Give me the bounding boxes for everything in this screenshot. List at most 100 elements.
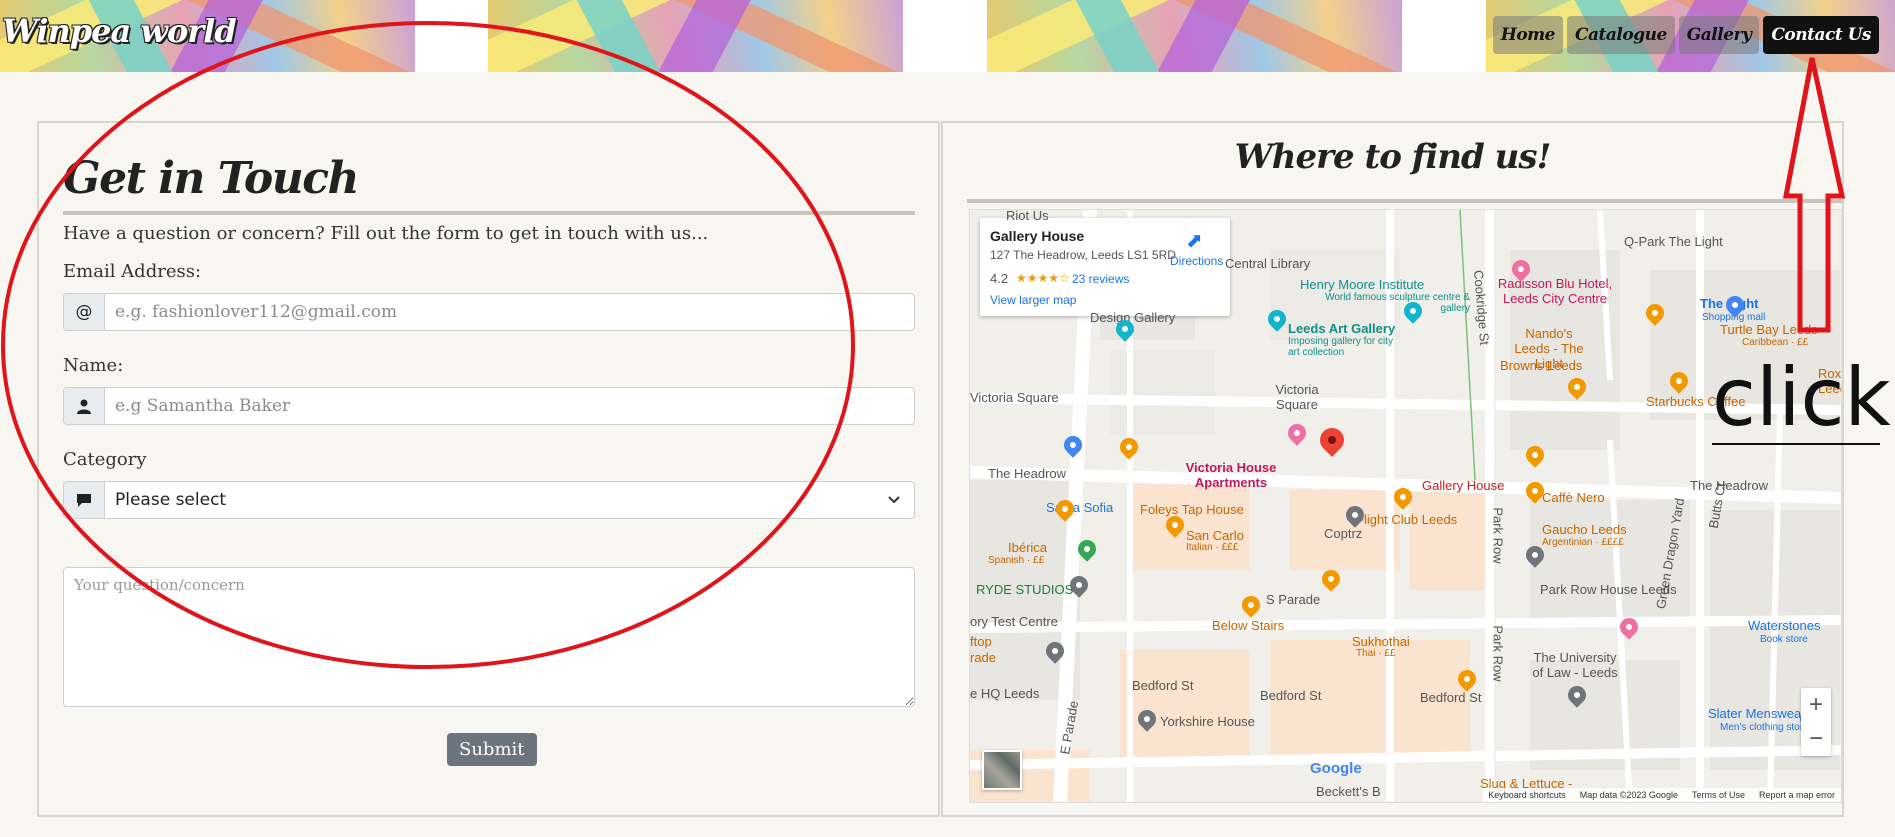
map-label: Caffè Nero xyxy=(1542,490,1605,505)
map-data-credit: Map data ©2023 Google xyxy=(1579,790,1678,800)
map-label: Victoria House Apartments xyxy=(1185,460,1277,490)
reviews-link[interactable]: 23 reviews xyxy=(1072,272,1129,286)
map-label: Spanish · ££ xyxy=(988,555,1045,566)
contact-form-panel: Get in Touch Have a question or concern?… xyxy=(37,121,940,817)
map-label: Bedford St xyxy=(1420,690,1482,705)
map-label: The Headrow xyxy=(1690,478,1769,493)
email-input-group: @ xyxy=(63,293,915,331)
category-selected-value: Please select xyxy=(115,490,227,510)
email-label: Email Address: xyxy=(63,261,202,282)
zoom-out-button[interactable]: − xyxy=(1801,722,1831,756)
google-logo: Google xyxy=(1310,760,1362,777)
nav-gallery[interactable]: Gallery xyxy=(1678,16,1760,54)
map-label: Henry Moore Institute xyxy=(1300,277,1425,292)
place-address: 127 The Headrow, Leeds LS1 5RD xyxy=(990,248,1176,262)
map-label: Bedford St xyxy=(1260,688,1322,703)
map-title: Where to find us! xyxy=(1234,137,1552,177)
map-label: Radisson Blu Hotel, Leeds City Centre xyxy=(1497,276,1613,306)
submit-button[interactable]: Submit xyxy=(447,733,537,766)
map-label: Ibérica xyxy=(1008,540,1048,555)
map-label: Browns Leeds xyxy=(1500,358,1583,373)
map-label: Riot Us xyxy=(1006,209,1049,223)
map-label: Q-Park The Light xyxy=(1624,234,1723,249)
map-label: Victoria Square xyxy=(1275,382,1319,412)
map-label: S Parade xyxy=(1266,592,1321,607)
speech-bubble-icon xyxy=(64,482,105,518)
nav-catalogue[interactable]: Catalogue xyxy=(1566,16,1675,54)
view-larger-map-link[interactable]: View larger map xyxy=(990,293,1076,307)
map-footer: Keyboard shortcuts Map data ©2023 Google… xyxy=(1482,788,1841,802)
form-intro: Have a question or concern? Fill out the… xyxy=(63,223,709,244)
map-label: Below Stairs xyxy=(1212,618,1285,633)
map-label: ory Test Centre xyxy=(970,614,1058,629)
map-label: Beckett's B xyxy=(1316,784,1381,799)
map-label: Italian · £££ xyxy=(1186,542,1239,553)
map-label: Park Row xyxy=(1490,625,1506,682)
name-label: Name: xyxy=(63,355,124,376)
satellite-toggle[interactable] xyxy=(982,750,1022,790)
map-label: Gallery House xyxy=(1422,478,1505,493)
map-label: Foleys Tap House xyxy=(1140,502,1244,517)
header-banner-image xyxy=(488,0,903,72)
map-label: Argentinian · ££££ xyxy=(1542,537,1624,548)
map-label: Caribbean · ££ xyxy=(1742,337,1809,348)
map-label: Sukhothai xyxy=(1352,634,1410,649)
map-label: ftop xyxy=(970,634,992,649)
zoom-in-button[interactable]: + xyxy=(1801,688,1831,722)
click-underline xyxy=(1712,443,1880,445)
nav-home[interactable]: Home xyxy=(1492,16,1563,54)
place-rating: 4.2 xyxy=(990,271,1009,286)
map-label: Waterstones xyxy=(1748,618,1821,633)
main-nav: Home Catalogue Gallery Contact Us xyxy=(1492,16,1879,54)
map-zoom-controls: + − xyxy=(1801,688,1831,756)
directions-link[interactable]: Directions xyxy=(1170,254,1223,268)
name-input-group xyxy=(63,387,915,425)
map-label: Slater Menswear xyxy=(1708,706,1806,721)
map-label: Bedford St xyxy=(1132,678,1194,693)
nav-contact-us[interactable]: Contact Us xyxy=(1763,16,1879,54)
at-icon: @ xyxy=(64,294,105,330)
map-label: Design Gallery xyxy=(1090,310,1176,325)
google-map[interactable]: Gallery House 127 The Headrow, Leeds LS1… xyxy=(969,209,1842,803)
report-error-link[interactable]: Report a map error xyxy=(1759,790,1835,800)
site-header: Winpea world Home Catalogue Gallery Cont… xyxy=(0,0,1895,72)
chevron-down-icon xyxy=(874,482,914,518)
map-label: Thai · ££ xyxy=(1356,648,1396,659)
category-label: Category xyxy=(63,449,147,470)
map-label: The Headrow xyxy=(988,466,1067,481)
form-title: Get in Touch xyxy=(63,153,360,204)
user-icon xyxy=(64,388,105,424)
directions-icon[interactable]: ⬈ xyxy=(1186,228,1203,253)
title-divider xyxy=(63,211,915,215)
place-info-card: Gallery House 127 The Headrow, Leeds LS1… xyxy=(980,218,1230,316)
map-label: Park Row xyxy=(1490,507,1506,564)
click-annotation: click xyxy=(1712,351,1891,444)
map-label: Imposing gallery for city art collection xyxy=(1288,336,1394,358)
name-field[interactable] xyxy=(105,388,914,424)
keyboard-shortcuts-link[interactable]: Keyboard shortcuts xyxy=(1488,790,1566,800)
map-title-divider xyxy=(967,199,1843,203)
rating-stars: ★★★★☆ xyxy=(1016,271,1070,285)
category-select[interactable]: Please select xyxy=(63,481,915,519)
map-label: San Carlo xyxy=(1186,528,1244,543)
map-label: Yorkshire House xyxy=(1160,714,1255,729)
map-label: Central Library xyxy=(1225,256,1311,271)
map-label: The University of Law - Leeds xyxy=(1532,650,1618,680)
place-name: Gallery House xyxy=(990,228,1085,244)
map-label: Coptrz xyxy=(1324,526,1363,541)
terms-link[interactable]: Terms of Use xyxy=(1692,790,1745,800)
map-label: Men's clothing store xyxy=(1720,722,1809,733)
map-label: e HQ Leeds xyxy=(970,686,1040,701)
site-logo[interactable]: Winpea world xyxy=(2,12,237,50)
message-field[interactable] xyxy=(63,567,915,707)
map-label: rade xyxy=(970,650,997,665)
map-label: Leeds Art Gallery xyxy=(1288,321,1396,336)
map-label: Turtle Bay Leeds xyxy=(1720,322,1818,337)
email-field[interactable] xyxy=(105,294,914,330)
map-label: Flight Club Leeds xyxy=(1356,512,1458,527)
map-label: RYDE STUDIOS xyxy=(976,582,1074,597)
map-label: World famous sculpture centre & gallery xyxy=(1325,292,1470,314)
map-label: Gaucho Leeds xyxy=(1542,522,1627,537)
map-label: Victoria Square xyxy=(970,390,1059,405)
map-label: Book store xyxy=(1760,634,1808,645)
